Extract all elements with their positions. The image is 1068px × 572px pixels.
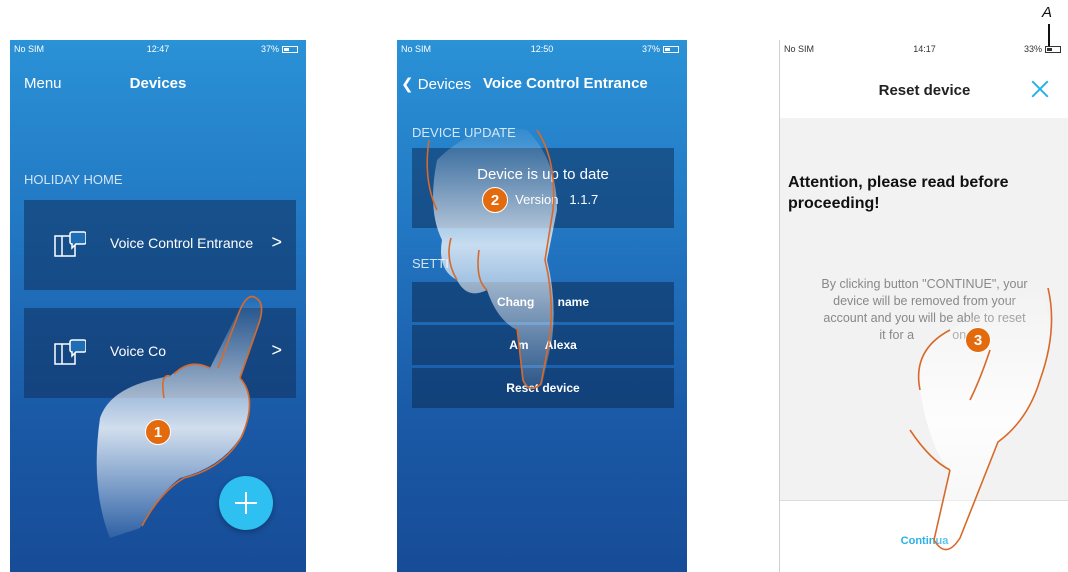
back-button[interactable]: ❮ Devices bbox=[401, 75, 471, 93]
callout-line bbox=[1048, 24, 1050, 46]
firmware-version: C Version 1.1.7 bbox=[412, 192, 674, 207]
version-label: Version bbox=[515, 192, 559, 207]
door-speaker-icon bbox=[54, 231, 86, 257]
back-label: Devices bbox=[417, 76, 472, 93]
battery-status: 37% bbox=[261, 44, 298, 54]
footer-bar: Continua bbox=[780, 500, 1068, 572]
alexa-prefix: Am bbox=[509, 338, 529, 352]
battery-level: 37% bbox=[641, 44, 660, 54]
chevron-right-icon: > bbox=[271, 232, 282, 252]
phone-screen-reset-device: No SIM 14:17 33% Reset device Attention,… bbox=[779, 40, 1068, 572]
step-badge: 2 bbox=[482, 187, 508, 213]
device-item-voice-control-entrance[interactable]: Voice Control Entrance > bbox=[24, 200, 296, 290]
battery-icon bbox=[282, 46, 298, 53]
update-status-box: Device is up to date C Version 1.1.7 bbox=[412, 148, 674, 228]
section-label: HOLIDAY HOME bbox=[24, 172, 123, 187]
warning-text: By clicking button "CONTINUE", your devi… bbox=[790, 276, 1059, 344]
section-label-update: DEVICE UPDATE bbox=[412, 125, 516, 140]
battery-status: 37% bbox=[642, 44, 679, 54]
warning-line: device will be removed from your bbox=[833, 294, 1016, 308]
amazon-alexa-button[interactable]: Am Alexa bbox=[412, 325, 674, 365]
version-number: 1.1.7 bbox=[569, 192, 599, 207]
warning-line: By clicking button "CONTINUE", your bbox=[821, 277, 1028, 291]
warning-line: it for a on. bbox=[790, 327, 1059, 344]
battery-status: 33% bbox=[1024, 44, 1061, 54]
add-device-button[interactable] bbox=[219, 476, 273, 530]
battery-icon bbox=[663, 46, 679, 53]
section-label-settings: SETTI bbox=[412, 256, 449, 271]
callout-label-a: A bbox=[1042, 4, 1053, 21]
page-title: Devices bbox=[129, 75, 187, 92]
battery-level: 37% bbox=[260, 44, 279, 54]
door-speaker-icon bbox=[54, 339, 86, 365]
change-name-tail: name bbox=[557, 295, 590, 309]
close-icon[interactable] bbox=[1031, 80, 1049, 98]
change-name-label: Chang bbox=[496, 295, 535, 309]
phone-screen-device-detail: No SIM 12:50 37% ❮ Devices Voice Control… bbox=[397, 40, 687, 572]
step-badge: 1 bbox=[145, 419, 171, 445]
update-status: Device is up to date bbox=[477, 166, 609, 183]
nav-bar: Menu Devices bbox=[10, 70, 306, 98]
warning-line: account and you will be able to reset bbox=[823, 311, 1026, 325]
chevron-right-icon: > bbox=[271, 340, 282, 360]
step-badge: 3 bbox=[965, 327, 991, 353]
page-title: Voice Control Entrance bbox=[483, 75, 648, 92]
continue-button[interactable]: Continua bbox=[780, 535, 1068, 547]
status-bar: No SIM 12:47 37% bbox=[10, 44, 306, 58]
attention-heading: Attention, please read before proceeding… bbox=[788, 174, 1009, 212]
change-name-button[interactable]: Chang name bbox=[412, 282, 674, 322]
phone-screen-devices: No SIM 12:47 37% Menu Devices HOLIDAY HO… bbox=[10, 40, 306, 572]
page-title: Reset device bbox=[878, 82, 971, 99]
chevron-left-icon: ❮ bbox=[401, 76, 414, 93]
warning-line-start: it for a bbox=[879, 328, 915, 342]
status-bar: No SIM 12:50 37% bbox=[397, 44, 687, 58]
battery-level: 33% bbox=[1023, 44, 1042, 54]
reset-device-button[interactable]: Reset device bbox=[412, 368, 674, 408]
device-label: Voice Control Entrance bbox=[110, 235, 254, 251]
header: No SIM 14:17 33% Reset device bbox=[780, 40, 1068, 118]
status-bar: No SIM 14:17 33% bbox=[780, 44, 1068, 58]
device-label: Voice Co bbox=[110, 343, 167, 359]
alexa-label: Alexa bbox=[544, 338, 577, 352]
battery-icon bbox=[1045, 46, 1061, 53]
device-item-voice-control-2[interactable]: Voice Co > bbox=[24, 308, 296, 398]
nav-bar: ❮ Devices Voice Control Entrance bbox=[397, 70, 687, 98]
